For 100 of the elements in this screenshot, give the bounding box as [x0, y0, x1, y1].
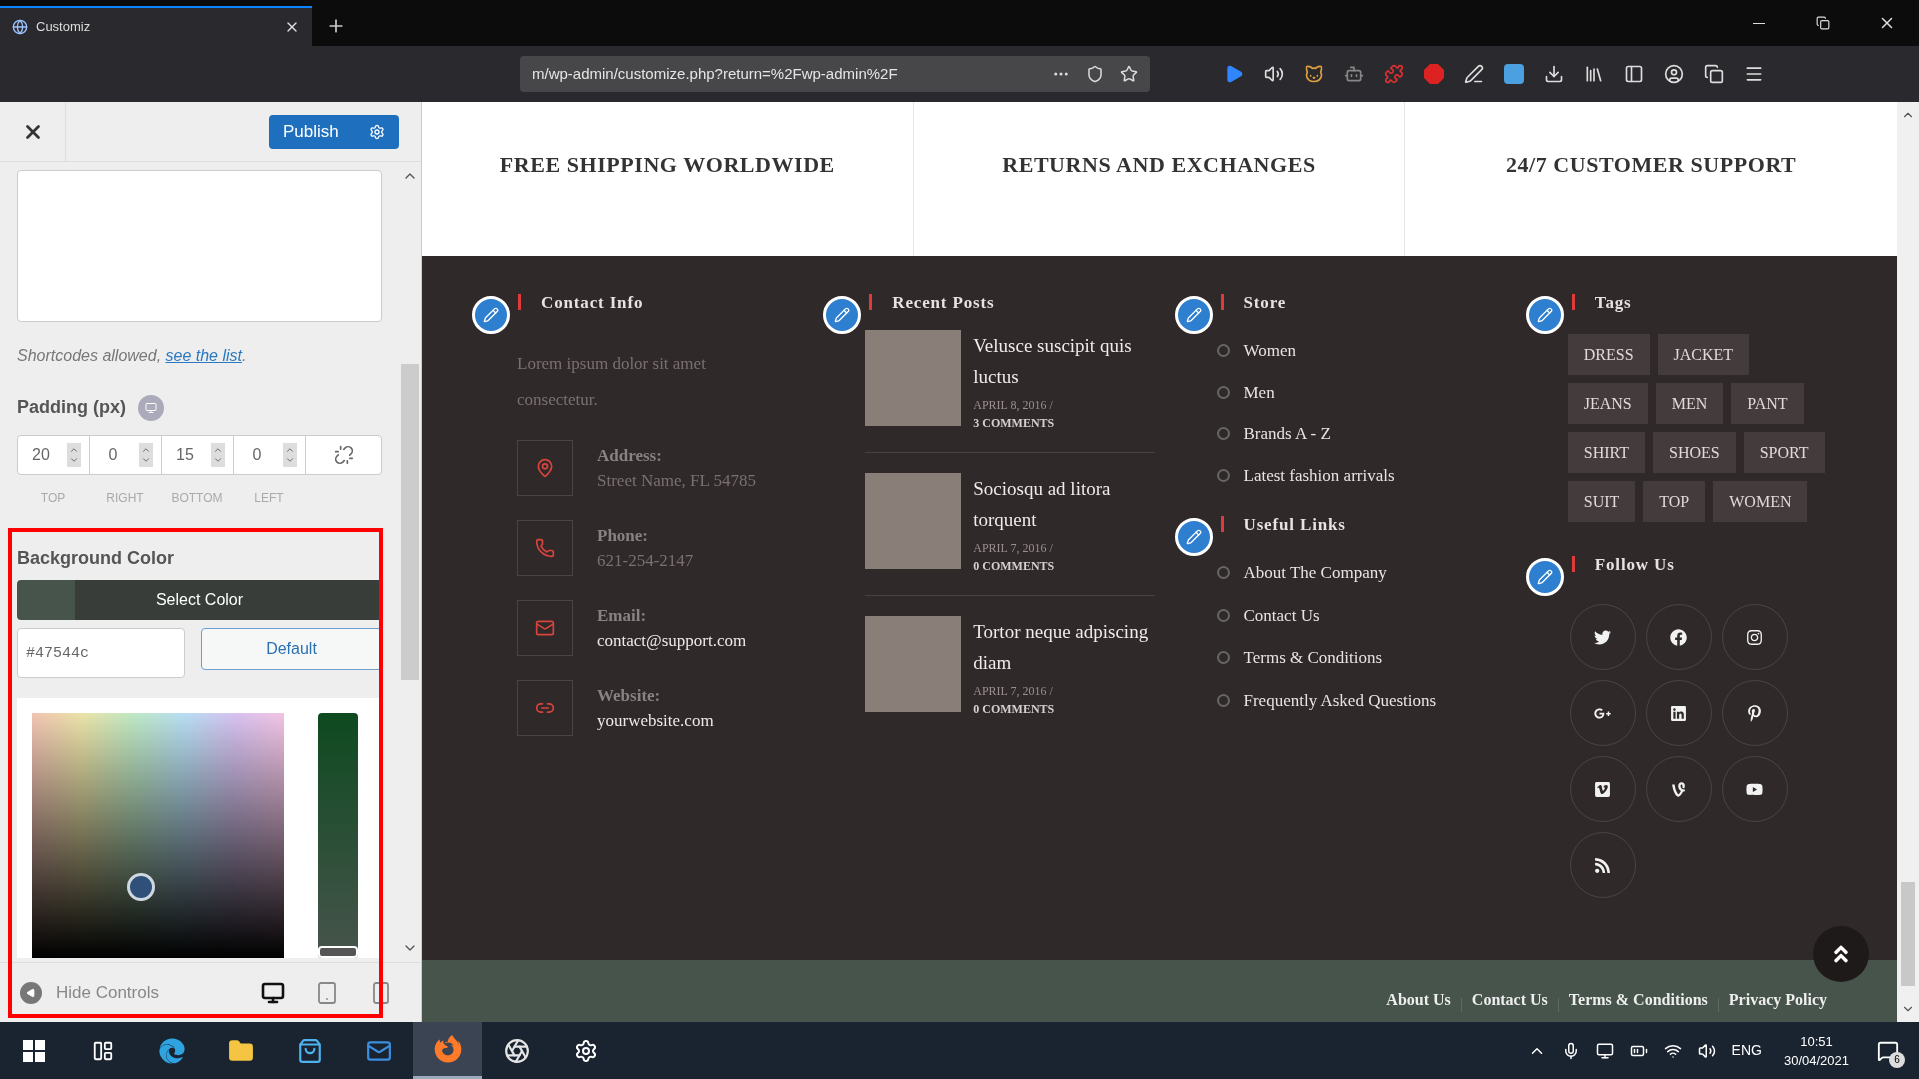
- padding-input[interactable]: 0: [234, 436, 306, 474]
- tablet-icon[interactable]: [315, 980, 339, 1005]
- contact-intro: Lorem ipsum dolor sit amet consectetur.: [517, 353, 707, 411]
- pages-icon[interactable]: [1704, 64, 1724, 84]
- edit-shortcut-button[interactable]: [1525, 558, 1564, 596]
- list-bullet-icon: [1216, 608, 1230, 622]
- see-the-list-link[interactable]: see the list: [165, 347, 242, 364]
- tag-chip[interactable]: JEANS: [1567, 383, 1648, 424]
- site-icon: [12, 19, 28, 35]
- tag-chip[interactable]: SUIT: [1567, 481, 1636, 522]
- url-text: m/wp-admin/customize.php?return=%2Fwp-admin%2F: [532, 63, 899, 84]
- display-icon[interactable]: [1595, 1041, 1614, 1060]
- account-icon[interactable]: [1664, 64, 1684, 84]
- hue-slider-thumb[interactable]: [318, 946, 358, 958]
- heading-accent-mark: [518, 294, 521, 310]
- tag-chip[interactable]: DRESS: [1567, 334, 1650, 375]
- spinner-icon: [283, 443, 297, 467]
- edit-shortcut-button[interactable]: [472, 296, 510, 334]
- padding-input[interactable]: 0: [90, 436, 162, 474]
- footer-link[interactable]: Terms & Conditions: [1568, 988, 1708, 1012]
- desktop-icon[interactable]: [261, 980, 285, 1005]
- padding-label: Padding (px): [17, 396, 126, 419]
- play-icon[interactable]: [1224, 64, 1244, 84]
- contact-label: Website:: [597, 684, 662, 707]
- pencil-icon: [1536, 569, 1553, 585]
- footer-link[interactable]: Contact Us: [1471, 988, 1548, 1012]
- picker-handle-icon[interactable]: [127, 873, 155, 901]
- tag-chip[interactable]: SHIRT: [1567, 432, 1645, 473]
- store-link[interactable]: Women: [1243, 338, 1296, 364]
- library-icon[interactable]: [1584, 64, 1604, 84]
- store-link[interactable]: Men: [1243, 379, 1275, 405]
- cat-icon[interactable]: [1304, 64, 1324, 84]
- publish-button[interactable]: Publish: [269, 114, 399, 149]
- shield-icon[interactable]: [1086, 65, 1104, 83]
- folder-icon: [227, 1037, 254, 1064]
- padding-side-label: RIGHT: [105, 490, 145, 507]
- browser-tab[interactable]: Customiz: [0, 6, 312, 46]
- padding-side-label: TOP: [39, 490, 67, 507]
- star-icon[interactable]: [1120, 65, 1138, 83]
- contact-value: 621-254-2147: [597, 550, 694, 572]
- edit-shortcut-button[interactable]: [1525, 296, 1564, 334]
- url-bar[interactable]: m/wp-admin/customize.php?return=%2Fwp-admin%2F: [520, 56, 1150, 92]
- preview-scrollbar[interactable]: [1897, 102, 1919, 1022]
- store-link[interactable]: Latest fashion arrivals: [1243, 462, 1395, 488]
- list-bullet-icon: [1216, 693, 1230, 707]
- pencil-icon: [1536, 307, 1553, 323]
- notification-button[interactable]: 6: [1871, 1033, 1905, 1068]
- contact-label: Address:: [597, 444, 663, 467]
- tag-chip[interactable]: SHOES: [1653, 432, 1736, 473]
- tag-chip[interactable]: PANT: [1731, 383, 1804, 424]
- clock[interactable]: 10:51 30/04/2021: [1777, 1031, 1855, 1070]
- scrollbar-thumb[interactable]: [401, 364, 419, 680]
- pencil-icon: [834, 307, 851, 323]
- tag-chip[interactable]: JACKET: [1657, 334, 1750, 375]
- list-bullet-icon: [1216, 566, 1230, 580]
- sidebar-icon[interactable]: [1624, 64, 1644, 84]
- menu-icon[interactable]: [1744, 64, 1764, 84]
- useful-link[interactable]: Terms & Conditions: [1243, 645, 1383, 671]
- useful-link[interactable]: Frequently Asked Questions: [1243, 687, 1437, 713]
- heading-accent-mark: [1220, 294, 1224, 310]
- tag-chip[interactable]: MEN: [1655, 383, 1724, 424]
- select-color-button[interactable]: Select Color: [17, 580, 382, 620]
- padding-input[interactable]: 20: [18, 436, 90, 474]
- download-icon[interactable]: [1544, 64, 1564, 84]
- hue-slider-track[interactable]: [318, 713, 358, 958]
- settings-icon: [573, 1038, 598, 1063]
- puzzle-icon[interactable]: [1384, 64, 1404, 84]
- device-toggle-icon[interactable]: [138, 394, 164, 421]
- heading-accent-mark: [1571, 556, 1575, 572]
- rss-icon: [1594, 856, 1612, 874]
- post-title: Tortor neque adpiscing diam: [973, 620, 1150, 675]
- footer-link[interactable]: About Us: [1386, 988, 1451, 1012]
- octagon-icon[interactable]: [1424, 64, 1444, 84]
- edit-shortcut-button[interactable]: [1174, 518, 1213, 556]
- speaker-icon[interactable]: [1264, 64, 1284, 84]
- tag-chip[interactable]: TOP: [1643, 481, 1706, 522]
- bird-icon: [1594, 628, 1612, 646]
- edit-shortcut-button[interactable]: [1174, 296, 1213, 334]
- hex-input-field[interactable]: #47544c: [17, 628, 185, 678]
- store-link[interactable]: Brands A - Z: [1243, 421, 1331, 447]
- color-gradient-field[interactable]: [32, 713, 284, 958]
- padding-input[interactable]: 15: [162, 436, 234, 474]
- widget-heading: Recent Posts: [892, 292, 995, 314]
- scrollbar-thumb[interactable]: [1901, 882, 1915, 986]
- contact-label: Phone:: [597, 524, 649, 547]
- widget-heading: Follow Us: [1594, 554, 1675, 576]
- pen-icon[interactable]: [1464, 64, 1484, 84]
- useful-link[interactable]: About The Company: [1243, 560, 1387, 586]
- square-icon[interactable]: [1504, 64, 1524, 84]
- spinner-icon: [211, 443, 225, 467]
- tag-chip[interactable]: WOMEN: [1713, 481, 1808, 522]
- footer-link[interactable]: Privacy Policy: [1728, 988, 1827, 1012]
- robot-icon[interactable]: [1344, 64, 1364, 84]
- padding-side-label: BOTTOM: [170, 490, 224, 507]
- default-button[interactable]: Default: [201, 628, 382, 670]
- volume-icon[interactable]: [1697, 1041, 1716, 1060]
- useful-link[interactable]: Contact Us: [1243, 602, 1320, 628]
- language-indicator[interactable]: ENG: [1731, 1040, 1762, 1061]
- edit-shortcut-button[interactable]: [823, 296, 862, 334]
- tag-chip[interactable]: SPORT: [1743, 432, 1825, 473]
